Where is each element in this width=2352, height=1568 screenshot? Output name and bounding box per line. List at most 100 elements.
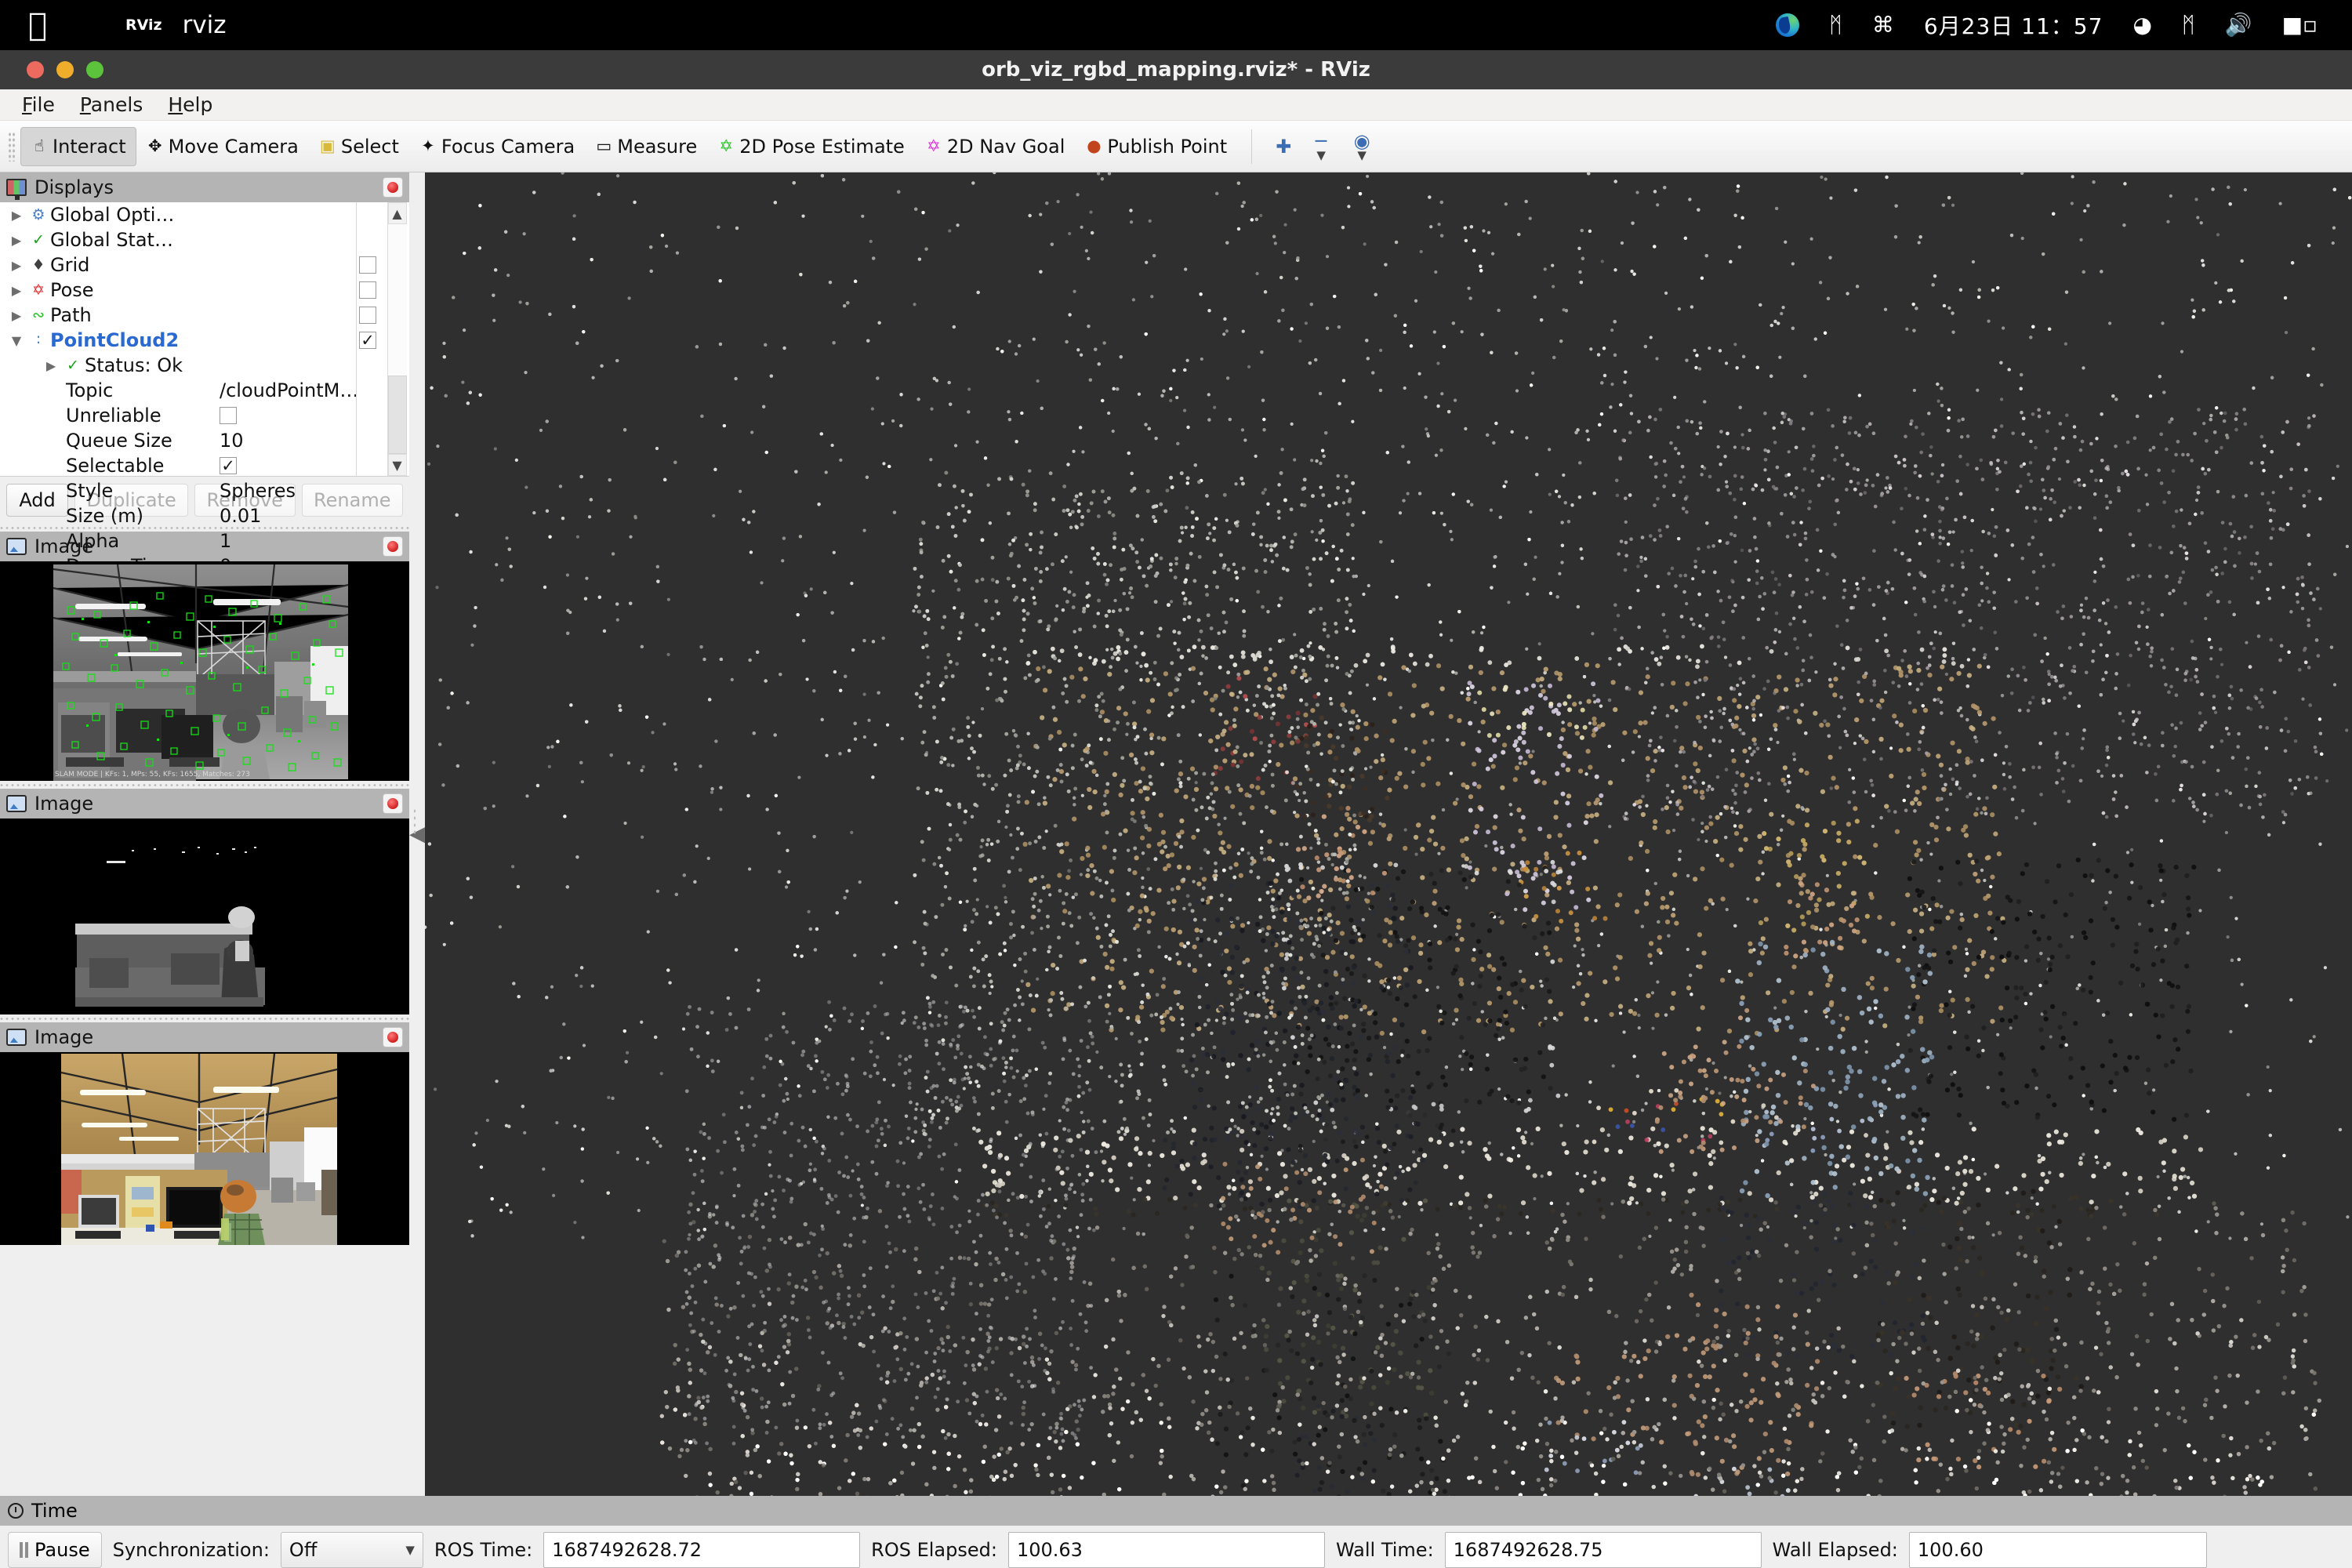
close-image-panel-2-button[interactable] (383, 793, 403, 814)
scroll-track[interactable] (387, 224, 407, 454)
display-item-pointcloud2[interactable]: ▼ ∶ PointCloud2 (0, 328, 356, 353)
window-titlebar: orb_viz_rgbd_mapping.rviz* - RViz (0, 50, 2352, 89)
pause-button[interactable]: Pause (8, 1532, 102, 1568)
bluetooth2-icon[interactable]: ᛗ (2182, 14, 2195, 36)
tree-column-splitter[interactable] (356, 202, 357, 476)
display-item-path[interactable]: ▶ ∾ Path (0, 303, 356, 328)
path-checkbox[interactable] (359, 307, 376, 324)
tool-2d-pose-estimate[interactable]: ✡ 2D Pose Estimate (707, 127, 915, 166)
tool-measure[interactable]: ▭ Measure (585, 127, 707, 166)
display-label: Global Opti… (50, 204, 175, 226)
tool-select[interactable]: ▣ Select (309, 127, 409, 166)
apple-logo-icon[interactable]:  (28, 9, 47, 41)
edge-browser-icon[interactable] (1776, 13, 1800, 37)
ros-time-field[interactable]: 1687492628.72 (543, 1532, 861, 1568)
expand-arrow-icon-3[interactable]: ▶ (6, 258, 27, 273)
image-panel-2-view[interactable] (0, 818, 409, 1014)
tool-move-camera[interactable]: ✥ Move Camera (136, 127, 309, 166)
display-label-3: Grid (50, 254, 90, 276)
grid-checkbox[interactable] (359, 256, 376, 274)
collapse-left-dock-arrow-icon[interactable]: ◀ (409, 822, 425, 846)
menu-help[interactable]: Help (157, 92, 223, 118)
pointcloud-3d-viewport[interactable] (425, 172, 2352, 1496)
tool-2d-nav-goal[interactable]: ✡ 2D Nav Goal (915, 127, 1076, 166)
selectable-checkbox[interactable]: ✓ (220, 457, 237, 474)
add-tool-icon[interactable]: ✚ (1266, 128, 1301, 165)
tool-publish-point[interactable]: ● Publish Point (1075, 127, 1237, 166)
wall-time-field[interactable]: 1687492628.75 (1444, 1532, 1762, 1568)
menubar-clock[interactable]: 6月23日 11：57 (1924, 9, 2103, 41)
expand-arrow-icon-6[interactable]: ▶ (41, 358, 61, 373)
expand-arrow-icon-2[interactable]: ▶ (6, 233, 27, 248)
display-item-status-ok[interactable]: ▶ ✓ Status: Ok (0, 353, 356, 378)
display-item-global-options[interactable]: ▶ ⚙ Global Opti… (0, 202, 356, 227)
synchronization-select[interactable]: Off ▼ (280, 1532, 423, 1568)
focus-camera-icon: ✦ (421, 136, 435, 155)
display-item-grid[interactable]: ▶ ♦ Grid (0, 252, 356, 278)
hand-cursor-icon: ☝ (34, 136, 45, 155)
collapse-arrow-icon[interactable]: ▼ (6, 333, 27, 348)
property-label-selectable: Selectable (66, 455, 165, 477)
ros-time-label: ROS Time: (434, 1539, 533, 1561)
property-label-alpha: Alpha (66, 530, 120, 552)
display-item-pose[interactable]: ▶ ✡ Pose (0, 278, 356, 303)
property-label-queue-size: Queue Size (66, 430, 172, 452)
synchronization-value: Off (289, 1539, 318, 1561)
displays-value-column: ✓ (356, 202, 387, 476)
displays-scrollbar[interactable]: ▲ ▼ (387, 202, 407, 476)
display-label-4: Pose (50, 279, 94, 301)
property-row-unreliable[interactable]: Unreliable (0, 403, 356, 428)
display-item-global-status[interactable]: ▶ ✓ Global Stat… (0, 227, 356, 252)
expand-arrow-icon[interactable]: ▶ (6, 208, 27, 223)
unreliable-checkbox[interactable] (220, 407, 237, 424)
ros-elapsed-field[interactable]: 100.63 (1007, 1532, 1325, 1568)
dock-splitter[interactable]: ◀ (409, 172, 425, 1496)
command-icon[interactable]: ⌘ (1872, 14, 1894, 36)
wall-time-label: Wall Time: (1335, 1539, 1434, 1561)
property-value-size[interactable]: 0.01 (220, 505, 261, 527)
menu-file[interactable]: File (11, 92, 66, 118)
scroll-up-arrow-icon[interactable]: ▲ (387, 202, 407, 224)
property-value-alpha[interactable]: 1 (220, 530, 231, 552)
image-panel-1-view[interactable]: SLAM MODE | KFs: 1, MPs: 55, KFs: 1655, … (0, 561, 409, 781)
property-row-style[interactable]: Style Spheres (0, 478, 356, 503)
property-value-queue-size[interactable]: 10 (220, 430, 244, 452)
image-panel-2-header: Image (0, 789, 409, 818)
pose-checkbox[interactable] (359, 281, 376, 299)
battery-icon[interactable]: ■▫ (2282, 14, 2318, 36)
displays-tree[interactable]: ▶ ⚙ Global Opti… ▶ ✓ Global Stat… ▶ ♦ Gr… (0, 202, 409, 602)
pointcloud2-checkbox[interactable]: ✓ (359, 332, 376, 349)
wall-elapsed-field[interactable]: 100.60 (1908, 1532, 2207, 1568)
menu-panels[interactable]: Panels (69, 92, 154, 118)
eye-tool-button[interactable]: ◉ ▼ (1341, 125, 1382, 169)
menubar-tray: ᛗ ⌘ 6月23日 11：57 ◕ ᛗ 🔊 ■▫ (1776, 9, 2318, 41)
os-app-name[interactable]: rviz (183, 11, 227, 39)
toolbar-grip[interactable] (8, 131, 16, 162)
expand-arrow-icon-4[interactable]: ▶ (6, 283, 27, 298)
volume-icon[interactable]: 🔊 (2225, 14, 2252, 36)
property-value-topic[interactable]: /cloudPointM… (220, 379, 358, 401)
scroll-thumb[interactable] (387, 376, 407, 454)
image-panel-3-view[interactable] (0, 1052, 409, 1245)
ros-elapsed-label: ROS Elapsed: (871, 1539, 997, 1561)
tool-focus-camera[interactable]: ✦ Focus Camera (409, 127, 585, 166)
property-row-alpha[interactable]: Alpha 1 (0, 528, 356, 554)
close-image-panel-3-button[interactable] (383, 1027, 403, 1047)
wifi-icon[interactable]: ◕ (2132, 14, 2151, 36)
property-row-queue-size[interactable]: Queue Size 10 (0, 428, 356, 453)
property-row-topic[interactable]: Topic /cloudPointM… (0, 378, 358, 403)
remove-tool-button[interactable]: ─ ▼ (1301, 125, 1341, 169)
tool-interact[interactable]: ☝ Interact (20, 126, 136, 166)
property-row-selectable[interactable]: Selectable ✓ (0, 453, 356, 478)
property-row-size[interactable]: Size (m) 0.01 (0, 503, 356, 528)
expand-arrow-icon-5[interactable]: ▶ (6, 308, 27, 323)
tool-move-camera-label: Move Camera (168, 135, 299, 158)
property-value-style[interactable]: Spheres (220, 480, 296, 502)
panel-splitter-3[interactable] (0, 1014, 409, 1022)
panel-splitter-2[interactable] (0, 781, 409, 789)
scroll-down-arrow-icon[interactable]: ▼ (387, 454, 407, 476)
close-displays-panel-button[interactable] (383, 177, 403, 198)
chevron-down-icon: ▼ (1316, 147, 1326, 162)
bluetooth-icon[interactable]: ᛗ (1829, 14, 1842, 36)
close-image-panel-1-button[interactable] (383, 536, 403, 557)
